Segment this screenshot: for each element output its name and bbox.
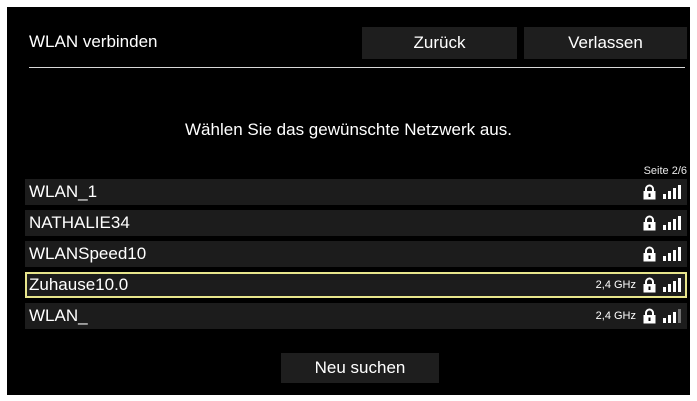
page-title: WLAN verbinden bbox=[29, 32, 158, 51]
lock-icon bbox=[643, 215, 656, 231]
network-name: WLANSpeed10 bbox=[29, 244, 147, 263]
rescan-button[interactable]: Neu suchen bbox=[281, 353, 439, 383]
page-indicator: Seite 2/6 bbox=[643, 165, 687, 177]
network-row[interactable]: WLAN_ 2,4 GHz bbox=[25, 303, 687, 329]
exit-button[interactable]: Verlassen bbox=[524, 27, 687, 59]
network-name: WLAN_1 bbox=[29, 182, 98, 201]
wifi-signal-icon bbox=[663, 216, 681, 230]
wifi-signal-icon bbox=[663, 309, 681, 323]
network-band: 2,4 GHz bbox=[595, 310, 636, 322]
network-name: NATHALIE34 bbox=[29, 213, 130, 232]
network-row[interactable]: WLAN_1 bbox=[25, 179, 687, 205]
back-button[interactable]: Zurück bbox=[362, 27, 517, 59]
network-row-selected[interactable]: Zuhause10.0 2,4 GHz bbox=[25, 272, 687, 298]
network-list: WLAN_1 NATHALIE34 WLANSpeed10 Zuhause10.… bbox=[25, 179, 687, 334]
network-name: WLAN_ bbox=[29, 306, 88, 325]
network-band: 2,4 GHz bbox=[595, 279, 636, 291]
lock-icon bbox=[643, 184, 656, 200]
wifi-signal-icon bbox=[663, 278, 681, 292]
header-divider bbox=[29, 67, 685, 68]
lock-icon bbox=[643, 277, 656, 293]
wifi-signal-icon bbox=[663, 247, 681, 261]
lock-icon bbox=[643, 308, 656, 324]
network-row[interactable]: WLANSpeed10 bbox=[25, 241, 687, 267]
wifi-signal-icon bbox=[663, 185, 681, 199]
network-name: Zuhause10.0 bbox=[29, 275, 129, 294]
instruction-text: Wählen Sie das gewünschte Netzwerk aus. bbox=[185, 120, 512, 139]
lock-icon bbox=[643, 246, 656, 262]
wlan-screen: WLAN verbinden Zurück Verlassen Wählen S… bbox=[7, 7, 690, 395]
network-row[interactable]: NATHALIE34 bbox=[25, 210, 687, 236]
